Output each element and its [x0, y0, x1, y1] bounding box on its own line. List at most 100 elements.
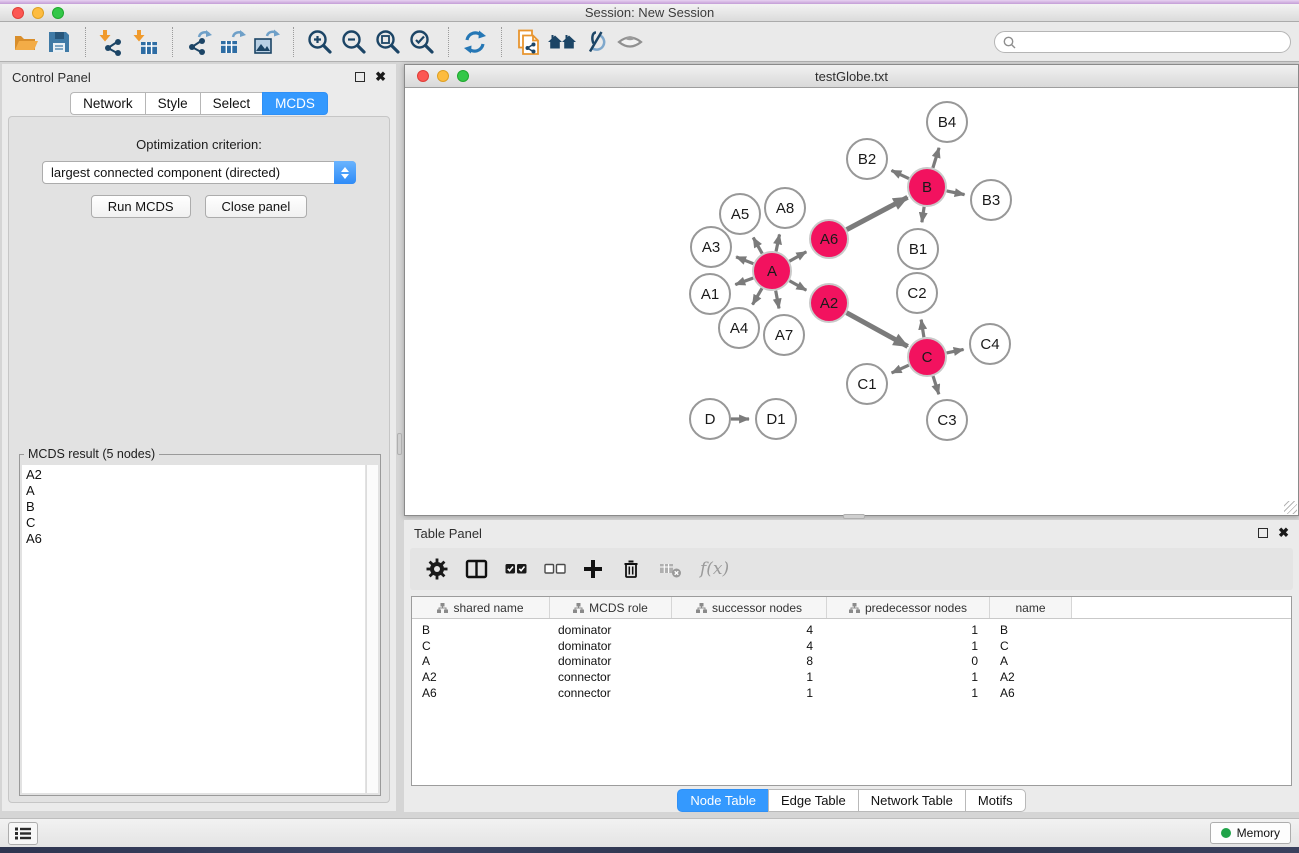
plus-icon: [583, 559, 603, 579]
search-input[interactable]: [1021, 33, 1290, 51]
import-table-button[interactable]: [129, 26, 163, 58]
table-cell[interactable]: 1: [827, 686, 990, 700]
tab-motifs[interactable]: Motifs: [965, 789, 1026, 812]
tab-network-table[interactable]: Network Table: [858, 789, 965, 812]
mcds-result-list[interactable]: A2ABCA6: [22, 465, 365, 793]
table-cell[interactable]: dominator: [550, 639, 672, 653]
result-item[interactable]: B: [22, 499, 365, 515]
tab-select[interactable]: Select: [200, 92, 263, 115]
memory-button[interactable]: Memory: [1210, 822, 1291, 844]
search-field[interactable]: [994, 31, 1291, 53]
table-cell[interactable]: connector: [550, 686, 672, 700]
tab-style[interactable]: Style: [145, 92, 200, 115]
horizontal-splitter-handle[interactable]: [843, 514, 865, 519]
copy-network-button[interactable]: [511, 26, 545, 58]
table-cell[interactable]: 4: [672, 639, 827, 653]
tab-network[interactable]: Network: [70, 92, 145, 115]
run-mcds-button[interactable]: Run MCDS: [91, 195, 191, 218]
delete-columns-button[interactable]: [620, 556, 642, 582]
tab-node-table[interactable]: Node Table: [677, 789, 768, 812]
unselect-all-columns-button[interactable]: [544, 556, 566, 582]
column-header-successor-nodes[interactable]: successor nodes: [672, 597, 827, 618]
table-cell[interactable]: A6: [412, 686, 550, 700]
show-graphics-details-button[interactable]: [613, 26, 647, 58]
save-session-button[interactable]: [42, 26, 76, 58]
column-header-predecessor-nodes[interactable]: predecessor nodes: [827, 597, 990, 618]
vertical-splitter-handle[interactable]: [397, 433, 402, 455]
result-item[interactable]: A: [22, 483, 365, 499]
chevron-up-icon: [341, 167, 349, 172]
import-network-icon: [98, 28, 126, 56]
export-table-button[interactable]: [216, 26, 250, 58]
table-cell[interactable]: A2: [990, 670, 1072, 684]
network-canvas[interactable]: B4B2BB3A5A8A6A3B1AA1C2A2A4A7C4CC1C3DD1: [405, 88, 1298, 515]
export-network-icon: [185, 28, 213, 56]
table-cell[interactable]: 4: [672, 623, 827, 637]
zoom-out-button[interactable]: [337, 26, 371, 58]
table-cell[interactable]: A: [990, 654, 1072, 668]
close-panel-icon[interactable]: ✖: [1278, 528, 1289, 538]
table-cell[interactable]: 0: [827, 654, 990, 668]
table-cell[interactable]: 1: [827, 670, 990, 684]
table-cell[interactable]: A: [412, 654, 550, 668]
column-header-shared-name[interactable]: shared name: [412, 597, 550, 618]
import-network-button[interactable]: [95, 26, 129, 58]
table-cell[interactable]: A6: [990, 686, 1072, 700]
optimization-criterion-label: Optimization criterion:: [9, 137, 389, 152]
zoom-in-button[interactable]: [303, 26, 337, 58]
table-panel-header: Table Panel ✖: [404, 520, 1299, 546]
table-row[interactable]: Bdominator41B: [412, 622, 1291, 638]
refresh-button[interactable]: [458, 26, 492, 58]
delete-table-button[interactable]: [659, 556, 683, 582]
float-panel-icon[interactable]: [355, 72, 365, 82]
float-panel-icon[interactable]: [1258, 528, 1268, 538]
table-cell[interactable]: 1: [827, 623, 990, 637]
delete-table-icon: [659, 559, 683, 579]
task-history-button[interactable]: [8, 822, 38, 845]
result-item[interactable]: A6: [22, 531, 365, 547]
column-header-name[interactable]: name: [990, 597, 1072, 618]
export-image-button[interactable]: [250, 26, 284, 58]
result-item[interactable]: C: [22, 515, 365, 531]
network-window-titlebar: testGlobe.txt: [405, 65, 1298, 88]
resize-grip-icon[interactable]: [1284, 501, 1297, 514]
table-cell[interactable]: 8: [672, 654, 827, 668]
select-all-columns-button[interactable]: [505, 556, 527, 582]
toolbar-separator: [85, 27, 86, 57]
close-panel-icon[interactable]: ✖: [375, 72, 386, 82]
close-panel-button[interactable]: Close panel: [205, 195, 308, 218]
table-cell[interactable]: dominator: [550, 623, 672, 637]
create-column-button[interactable]: [583, 556, 603, 582]
show-columns-button[interactable]: [465, 556, 488, 582]
table-cell[interactable]: C: [412, 639, 550, 653]
export-image-icon: [253, 28, 281, 56]
table-cell[interactable]: connector: [550, 670, 672, 684]
table-cell[interactable]: 1: [672, 686, 827, 700]
table-cell[interactable]: dominator: [550, 654, 672, 668]
open-session-button[interactable]: [8, 26, 42, 58]
export-network-button[interactable]: [182, 26, 216, 58]
zoom-selected-button[interactable]: [405, 26, 439, 58]
zoom-fit-button[interactable]: [371, 26, 405, 58]
result-item[interactable]: A2: [22, 467, 365, 483]
result-scrollbar[interactable]: [366, 465, 378, 793]
table-row[interactable]: Adominator80A: [412, 653, 1291, 669]
table-cell[interactable]: A2: [412, 670, 550, 684]
table-cell[interactable]: B: [990, 623, 1072, 637]
table-cell[interactable]: C: [990, 639, 1072, 653]
table-row[interactable]: Cdominator41C: [412, 638, 1291, 654]
table-options-button[interactable]: [426, 556, 448, 582]
tab-edge-table[interactable]: Edge Table: [768, 789, 858, 812]
optimization-select[interactable]: largest connected component (directed): [42, 161, 356, 184]
svg-text:A3: A3: [702, 239, 720, 256]
table-cell[interactable]: B: [412, 623, 550, 637]
table-row[interactable]: A6connector11A6: [412, 685, 1291, 701]
table-row[interactable]: A2connector11A2: [412, 669, 1291, 685]
column-header-mcds-role[interactable]: MCDS role: [550, 597, 672, 618]
function-builder-button[interactable]: f(x): [700, 556, 729, 582]
hide-annotations-button[interactable]: [579, 26, 613, 58]
table-cell[interactable]: 1: [827, 639, 990, 653]
home-browser-button[interactable]: [545, 26, 579, 58]
table-cell[interactable]: 1: [672, 670, 827, 684]
tab-mcds[interactable]: MCDS: [262, 92, 328, 115]
